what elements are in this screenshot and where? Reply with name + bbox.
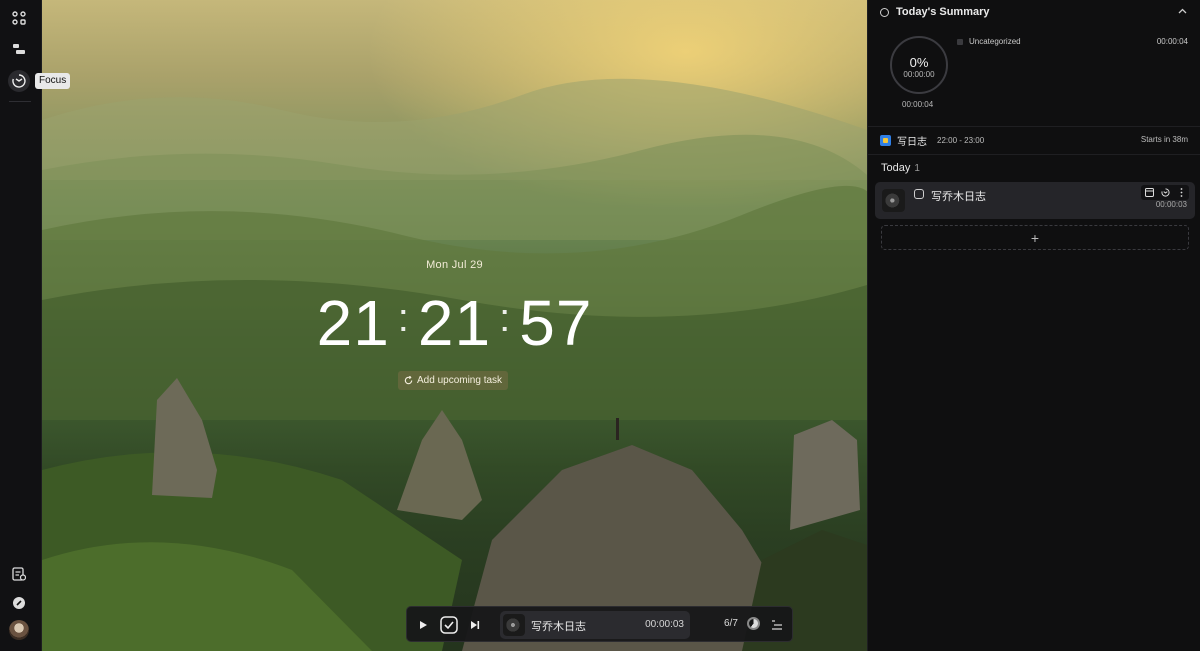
today-header: Today 1 [881,162,920,174]
task-thumbnail [882,189,905,212]
check-icon [440,616,458,634]
refresh-icon [404,376,413,385]
plus-icon: + [1030,229,1040,246]
focus-player-bar: 写乔木日志 00:00:03 6/7 [406,606,793,642]
category-name: Uncategorized [969,37,1021,46]
task-focus-button[interactable] [1157,185,1173,200]
focus-clock: 21:21:57 [42,282,867,359]
avatar[interactable] [9,620,29,640]
board-icon[interactable] [8,7,30,29]
clock-separator: : [499,296,512,340]
category-row: Uncategorized [957,37,1021,46]
today-label: Today [881,162,911,174]
focus-tooltip: Focus [35,73,71,89]
today-count: 1 [914,163,920,174]
focus-icon [1160,188,1170,197]
current-task-name: 写乔木日志 [531,621,586,633]
summary-circle-icon [880,7,889,17]
skip-icon [471,621,480,629]
card-icon [1144,188,1154,197]
compass-icon[interactable] [8,592,30,614]
rail-divider [9,101,31,102]
summary-donut-time: 00:00:00 [903,70,935,79]
right-panel: Today's Summary 0% 00:00:00 00:00:04 Unc… [867,0,1200,651]
summary-title: Today's Summary [896,6,990,18]
tasks-icon[interactable] [8,563,30,585]
collapse-button[interactable] [1178,6,1187,17]
task-time: 00:00:03 [1155,200,1187,209]
focus-icon[interactable] [8,70,30,92]
current-task-elapsed: 00:00:03 [645,619,684,630]
category-time: 00:00:04 [1156,37,1188,46]
category-swatch [957,38,963,45]
focus-background: Mon Jul 29 21:21:57 Add upcoming task 写乔… [42,0,867,651]
session-count: 6/7 [724,618,738,629]
summary-header: Today's Summary [880,6,990,18]
clock-separator: : [397,296,410,340]
list-icon [772,620,782,630]
divider [868,126,1200,127]
summary-donut: 0% 00:00:00 [890,36,948,94]
app-window: Focus Mon Jul 29 21: 21: 57 Add upcomi… [0,0,1200,651]
task-more-button[interactable] [1173,185,1189,200]
clock-hours: 21 [316,287,390,359]
add-upcoming-task-button[interactable]: Add upcoming task [398,371,509,390]
play-icon [420,621,427,629]
chevron-up-icon [1178,8,1187,14]
focus-date: Mon Jul 29 [426,259,483,271]
task-details-button[interactable] [1141,185,1157,200]
calendar-icon [880,135,891,146]
task-checkbox[interactable] [914,189,924,199]
play-button[interactable] [413,615,433,635]
task-name: 写乔木日志 [931,191,986,203]
session-progress-ring [747,617,760,630]
event-title: 写日志 [897,137,927,148]
divider [868,154,1200,155]
complete-task-button[interactable] [439,615,459,635]
task-thumbnail [503,614,525,636]
add-upcoming-task-label: Add upcoming task [417,375,503,386]
add-task-button[interactable]: + [881,225,1189,250]
current-task-chip[interactable]: 写乔木日志 00:00:03 [500,611,690,639]
skip-button[interactable] [465,615,485,635]
summary-total-time: 00:00:04 [902,100,934,109]
event-time-range: 22:00 - 23:00 [937,136,985,145]
task-list-button[interactable] [767,615,787,635]
summary-percent: 0% [909,55,929,70]
timeline-icon[interactable] [8,38,30,60]
more-vertical-icon [1180,188,1182,197]
event-starts-in: Starts in 38m [1140,135,1188,144]
clock-minutes: 21 [417,287,492,359]
calendar-event[interactable]: 写日志 22:00 - 23:00 [880,133,984,148]
clock-seconds: 57 [519,287,593,359]
left-rail: Focus [0,0,71,651]
task-card[interactable]: 写乔木日志 00:00:03 [875,182,1195,219]
task-toolbar [1141,185,1189,200]
